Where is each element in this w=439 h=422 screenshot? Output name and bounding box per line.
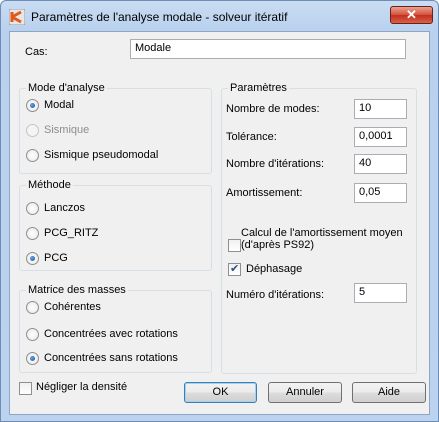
dialog-body: Cas: Modale Mode d'analyse Modal Sismiqu…: [9, 31, 430, 415]
radio-sismique: [26, 124, 39, 137]
radio-concentrees-avec-rotations-label: Concentrées avec rotations: [44, 328, 178, 340]
radio-sismique-label: Sismique: [44, 124, 90, 136]
tolerance-label: Tolérance:: [226, 131, 277, 143]
radio-pcg-label: PCG: [44, 252, 68, 264]
close-button[interactable]: ✕: [390, 6, 433, 24]
radio-pcg-ritz-label: PCG_RITZ: [44, 227, 99, 239]
radio-modal[interactable]: [26, 99, 39, 112]
method-title: Méthode: [26, 179, 73, 191]
damping-calc-label-line1: Calcul de l'amortissement moyen: [241, 227, 403, 239]
app-logo-icon: [9, 9, 25, 25]
ok-button[interactable]: OK: [184, 382, 257, 403]
dialog-window: Paramètres de l'analyse modale - solveur…: [0, 0, 439, 422]
radio-pcg[interactable]: [26, 252, 39, 265]
tolerance-input[interactable]: 0,0001: [354, 127, 407, 147]
damping-calc-label-line2: (d'après PS92): [241, 239, 315, 251]
mass-matrix-group: Matrice des masses Cohérentes Concentrée…: [19, 284, 212, 373]
method-group: Méthode Lanczos PCG_RITZ PCG: [19, 179, 212, 271]
damping-input[interactable]: 0,05: [354, 183, 407, 203]
ignore-density-checkbox[interactable]: [19, 382, 32, 395]
title-bar[interactable]: Paramètres de l'analyse modale - solveur…: [1, 1, 438, 31]
radio-sismique-pseudomodal-label: Sismique pseudomodal: [44, 149, 159, 161]
radio-sismique-pseudomodal[interactable]: [26, 149, 39, 162]
case-label: Cas:: [25, 46, 48, 58]
analysis-mode-group: Mode d'analyse Modal Sismique Sismique p…: [19, 82, 212, 174]
iteration-number-input[interactable]: 5: [354, 283, 407, 303]
radio-concentrees-sans-rotations-label: Concentrées sans rotations: [44, 352, 178, 364]
analysis-mode-title: Mode d'analyse: [26, 82, 107, 94]
window-title: Paramètres de l'analyse modale - solveur…: [31, 10, 288, 24]
damping-label: Amortissement:: [226, 187, 303, 199]
phase-shift-checkbox[interactable]: [228, 262, 241, 276]
help-button[interactable]: Aide: [352, 382, 426, 403]
radio-lanczos-label: Lanczos: [44, 202, 85, 214]
iterations-count-label: Nombre d'itérations:: [226, 158, 325, 170]
radio-coherentes-label: Cohérentes: [44, 301, 101, 313]
modes-count-input[interactable]: 10: [354, 99, 407, 119]
radio-coherentes[interactable]: [26, 301, 39, 314]
radio-modal-label: Modal: [44, 99, 74, 111]
iteration-number-label: Numéro d'itérations:: [226, 289, 325, 301]
radio-pcg-ritz[interactable]: [26, 227, 39, 240]
iterations-count-input[interactable]: 40: [354, 154, 407, 174]
radio-concentrees-sans-rotations[interactable]: [26, 352, 39, 365]
damping-calc-checkbox[interactable]: [228, 239, 241, 252]
radio-lanczos[interactable]: [26, 202, 39, 215]
mass-matrix-title: Matrice des masses: [26, 284, 128, 296]
parameters-group: Paramètres Nombre de modes: 10 Tolérance…: [221, 82, 417, 374]
ignore-density-label: Négliger la densité: [36, 381, 128, 393]
modes-count-label: Nombre de modes:: [226, 103, 320, 115]
case-input[interactable]: Modale: [130, 39, 406, 59]
cancel-button[interactable]: Annuler: [268, 382, 342, 403]
parameters-title: Paramètres: [228, 82, 289, 94]
phase-shift-label: Déphasage: [246, 263, 303, 275]
close-icon: ✕: [406, 7, 417, 22]
radio-concentrees-avec-rotations[interactable]: [26, 328, 39, 341]
